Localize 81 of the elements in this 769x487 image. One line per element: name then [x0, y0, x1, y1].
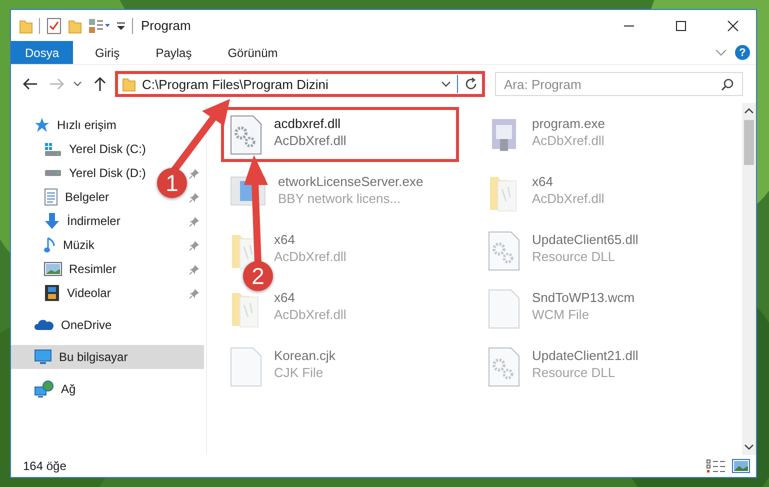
cloud-icon — [34, 319, 54, 331]
film-icon — [44, 284, 60, 302]
file-name[interactable]: etworkLicenseServer.exe — [278, 174, 424, 189]
nav-item[interactable]: Bu bilgisayar — [11, 345, 204, 369]
ribbon-tab[interactable]: Dosya — [11, 41, 74, 64]
chevron-down-icon[interactable] — [441, 80, 451, 88]
file-type: Resource DLL — [532, 365, 616, 380]
file-name[interactable]: acdbxref.dll — [274, 116, 346, 131]
maximize-icon[interactable] — [675, 20, 687, 32]
file-name[interactable]: UpdateClient21.dll — [532, 348, 638, 363]
file-name[interactable]: x64 — [274, 232, 346, 247]
network-icon — [34, 380, 54, 398]
file-type: Resource DLL — [532, 249, 616, 264]
address-bar[interactable]: C:\Program Files\Program Dizini — [115, 71, 485, 97]
file-name[interactable]: program.exe — [532, 116, 605, 131]
close-icon[interactable] — [727, 20, 739, 32]
nav-item[interactable]: Müzik — [11, 233, 98, 257]
pin-icon[interactable] — [189, 240, 200, 250]
file-type: AcDbXref.dll — [532, 191, 604, 206]
scroll-thumb[interactable] — [744, 120, 754, 165]
scroll-down-icon[interactable] — [744, 444, 754, 451]
ribbon-tab[interactable]: Görünüm — [210, 41, 296, 64]
scroll-up-icon[interactable] — [744, 107, 754, 114]
file-type: BBY network licens... — [278, 191, 402, 206]
monitor-icon — [34, 349, 52, 365]
nav-item[interactable]: Belgeler — [11, 185, 114, 209]
file-type: AcDbXref.dll — [532, 133, 605, 148]
gear-file-icon — [488, 231, 520, 271]
nav-item[interactable]: Hızlı erişim — [11, 113, 204, 137]
nav-item[interactable]: Yerel Disk (C:) — [11, 137, 150, 161]
file-name[interactable]: UpdateClient65.dll — [532, 232, 638, 247]
refresh-icon[interactable] — [464, 77, 478, 91]
help-icon[interactable]: ? — [735, 45, 750, 60]
scrollbar[interactable] — [742, 103, 756, 455]
file-type: WCM File — [532, 307, 590, 322]
music-note-icon — [44, 236, 56, 254]
drive-icon — [44, 141, 62, 157]
document-icon — [44, 188, 58, 206]
pin-icon[interactable] — [189, 168, 200, 178]
pin-icon[interactable] — [189, 264, 200, 274]
minimize-icon[interactable] — [623, 24, 635, 26]
file-icon — [488, 289, 520, 329]
properties-icon[interactable] — [88, 18, 110, 34]
file-name[interactable]: Korean.cjk — [274, 348, 336, 363]
search-icon[interactable] — [721, 78, 734, 91]
nav-item[interactable]: İndirmeler — [11, 209, 124, 233]
pin-icon[interactable] — [189, 216, 200, 226]
ribbon-tab[interactable]: Giriş — [77, 41, 138, 64]
file-name[interactable]: SndToWP13.wcm — [532, 290, 635, 305]
ribbon-tab[interactable]: Paylaş — [138, 41, 210, 64]
file-type: AcDbXref.dll — [274, 133, 346, 148]
pin-icon[interactable] — [189, 192, 200, 202]
file-name[interactable]: x64 — [274, 290, 346, 305]
gear-file-icon — [488, 347, 520, 387]
file-type: CJK File — [274, 365, 324, 380]
folder-icon — [122, 76, 136, 92]
drive-icon — [44, 169, 62, 177]
pin-icon[interactable] — [189, 288, 200, 298]
file-icon — [230, 347, 262, 387]
up-icon[interactable] — [93, 76, 107, 92]
gear-file-icon — [230, 115, 262, 155]
nav-item[interactable]: Videolar — [11, 281, 115, 305]
details-view-icon[interactable] — [706, 459, 726, 473]
star-icon — [34, 117, 50, 133]
nav-item[interactable]: Ağ — [11, 377, 204, 401]
picture-icon — [44, 262, 62, 276]
chevron-down-icon[interactable] — [73, 81, 82, 87]
window-title: Program — [141, 18, 191, 33]
nav-item[interactable]: OneDrive — [11, 313, 204, 337]
search-field[interactable]: Ara: Program — [495, 72, 743, 96]
nav-item[interactable]: Yerel Disk (D:) — [11, 161, 150, 185]
file-type: AcDbXref.dll — [274, 307, 346, 322]
large-icons-view-icon[interactable] — [732, 459, 750, 473]
dropdown-icon[interactable] — [116, 20, 126, 32]
download-icon — [44, 212, 60, 230]
nav-item[interactable]: Resimler — [11, 257, 120, 281]
file-type: AcDbXref.dll — [274, 249, 346, 264]
item-count: 164 öğe — [23, 459, 66, 473]
back-icon[interactable] — [22, 77, 38, 91]
checklist-icon[interactable] — [46, 16, 62, 34]
file-name[interactable]: x64 — [532, 174, 604, 189]
